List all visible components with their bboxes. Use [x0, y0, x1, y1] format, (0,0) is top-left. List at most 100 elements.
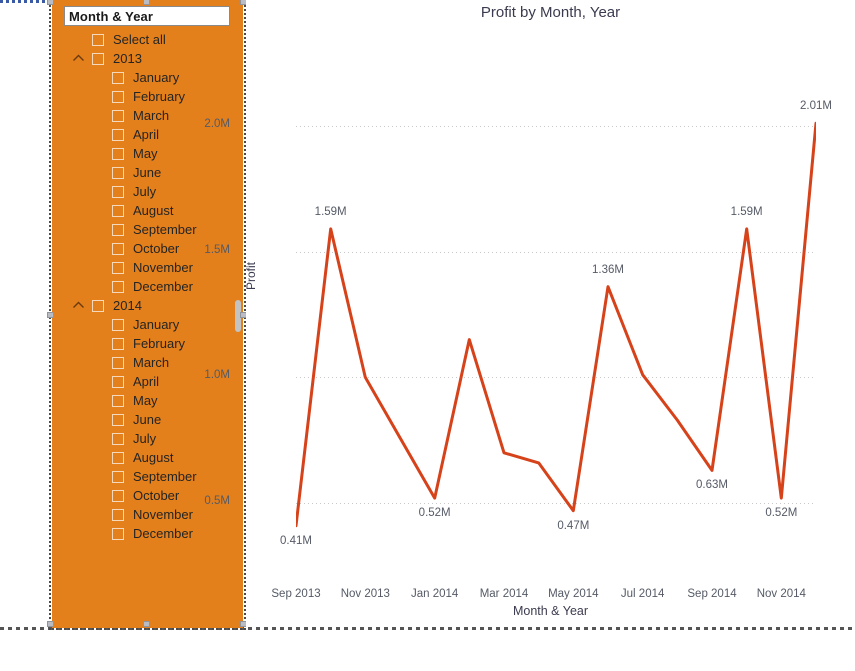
- slicer-item-label: February: [133, 89, 186, 104]
- y-axis-tick: 1.0M: [204, 369, 230, 382]
- slicer-item-february[interactable]: February: [52, 334, 243, 353]
- checkbox-october[interactable]: [112, 489, 124, 502]
- x-axis-tick: Mar 2014: [479, 588, 529, 600]
- slicer-item-december[interactable]: December: [52, 524, 243, 543]
- y-axis-title: Profit: [244, 261, 258, 290]
- data-point-label: 0.52M: [418, 507, 451, 520]
- slicer-item-label: November: [133, 507, 193, 522]
- checkbox-june[interactable]: [112, 166, 124, 179]
- slicer-item-june[interactable]: June: [52, 410, 243, 429]
- x-axis-tick: May 2014: [548, 588, 599, 600]
- checkbox-march[interactable]: [112, 356, 124, 369]
- checkbox-2014[interactable]: [92, 299, 104, 312]
- chart-title: Profit by Month, Year: [480, 4, 621, 21]
- checkbox-may[interactable]: [112, 147, 124, 160]
- resize-handle-middle-left[interactable]: [47, 312, 54, 318]
- resize-handle-top-left[interactable]: [47, 0, 54, 5]
- slicer-item-august[interactable]: August: [52, 201, 243, 220]
- y-axis-tick: 0.5M: [204, 495, 230, 508]
- checkbox-february[interactable]: [112, 90, 124, 103]
- slicer-item-september[interactable]: September: [52, 467, 243, 486]
- checkbox-may[interactable]: [112, 394, 124, 407]
- checkbox-april[interactable]: [112, 375, 124, 388]
- resize-handle-bottom-middle[interactable]: [143, 621, 150, 627]
- slicer-item-label: July: [133, 431, 157, 446]
- slicer-item-label: April: [133, 374, 160, 389]
- slicer-item-label: March: [133, 108, 170, 123]
- slicer-item-label: 2014: [113, 298, 142, 313]
- y-axis-tick: 2.0M: [204, 117, 230, 130]
- slicer-item-label: January: [133, 317, 180, 332]
- profit-line-chart-visual[interactable]: Profit by Month, Year Profit Month & Yea…: [204, 0, 855, 627]
- slicer-header-box[interactable]: Month & Year: [64, 6, 230, 26]
- resize-handle-top-middle[interactable]: [143, 0, 150, 5]
- data-point-label: 2.01M: [800, 100, 832, 113]
- checkbox-select-all[interactable]: [92, 33, 104, 46]
- slicer-item-label: December: [133, 526, 193, 541]
- checkbox-july[interactable]: [112, 185, 124, 198]
- data-point-label: 0.52M: [765, 507, 798, 520]
- slicer-item-november[interactable]: November: [52, 505, 243, 524]
- month-year-slicer[interactable]: Month & Year Select all 2013 January Februa…: [52, 0, 243, 628]
- slicer-item-november[interactable]: November: [52, 258, 243, 277]
- checkbox-july[interactable]: [112, 432, 124, 445]
- report-canvas: Month & Year Select all 2013 January Februa…: [0, 0, 855, 671]
- checkbox-february[interactable]: [112, 337, 124, 350]
- slicer-item-may[interactable]: May: [52, 144, 243, 163]
- slicer-item-september[interactable]: September: [52, 220, 243, 239]
- slicer-item-may[interactable]: May: [52, 391, 243, 410]
- slicer-item-select-all[interactable]: Select all: [52, 30, 243, 49]
- slicer-item-2013[interactable]: 2013: [52, 49, 243, 68]
- slicer-item-january[interactable]: January: [52, 68, 243, 87]
- chevron-up-icon[interactable]: [72, 300, 85, 311]
- slicer-item-february[interactable]: February: [52, 87, 243, 106]
- data-point-label: 1.59M: [730, 205, 763, 218]
- line-series-svg: [296, 121, 816, 528]
- slicer-item-label: May: [133, 146, 158, 161]
- checkbox-june[interactable]: [112, 413, 124, 426]
- slicer-item-january[interactable]: January: [52, 315, 243, 334]
- checkbox-september[interactable]: [112, 470, 124, 483]
- resize-handle-bottom-left[interactable]: [47, 621, 54, 627]
- x-axis-tick: Nov 2014: [756, 588, 806, 600]
- slicer-item-august[interactable]: August: [52, 448, 243, 467]
- checkbox-august[interactable]: [112, 204, 124, 217]
- slicer-item-label: July: [133, 184, 157, 199]
- slicer-item-label: August: [133, 203, 174, 218]
- checkbox-october[interactable]: [112, 242, 124, 255]
- checkbox-november[interactable]: [112, 261, 124, 274]
- slicer-item-2014[interactable]: 2014: [52, 296, 243, 315]
- slicer-item-label: May: [133, 393, 158, 408]
- slicer-item-label: March: [133, 355, 170, 370]
- slicer-item-label: June: [133, 412, 162, 427]
- checkbox-january[interactable]: [112, 71, 124, 84]
- slicer-item-label: February: [133, 336, 186, 351]
- chevron-up-icon[interactable]: [72, 53, 85, 64]
- checkbox-december[interactable]: [112, 280, 124, 293]
- data-point-label: 0.63M: [696, 479, 728, 492]
- checkbox-september[interactable]: [112, 223, 124, 236]
- data-point-label: 0.41M: [280, 534, 312, 547]
- checkbox-2013[interactable]: [92, 52, 104, 65]
- data-point-label: 1.59M: [314, 205, 347, 218]
- slicer-item-label: August: [133, 450, 174, 465]
- checkbox-january[interactable]: [112, 318, 124, 331]
- data-point-label: 0.47M: [557, 519, 590, 532]
- slicer-item-july[interactable]: July: [52, 182, 243, 201]
- checkbox-december[interactable]: [112, 527, 124, 540]
- slicer-item-label: September: [133, 469, 197, 484]
- x-axis-tick: Nov 2013: [340, 588, 390, 600]
- slicer-header-title: Month & Year: [69, 8, 154, 24]
- slicer-item-june[interactable]: June: [52, 163, 243, 182]
- slicer-item-july[interactable]: July: [52, 429, 243, 448]
- slicer-item-label: January: [133, 70, 180, 85]
- x-axis-tick: Jul 2014: [620, 588, 665, 600]
- checkbox-november[interactable]: [112, 508, 124, 521]
- data-point-label: 1.36M: [592, 263, 624, 276]
- slicer-item-december[interactable]: December: [52, 277, 243, 296]
- checkbox-march[interactable]: [112, 109, 124, 122]
- checkbox-april[interactable]: [112, 128, 124, 141]
- x-axis-tick: Sep 2014: [687, 588, 737, 600]
- checkbox-august[interactable]: [112, 451, 124, 464]
- slicer-item-label: June: [133, 165, 162, 180]
